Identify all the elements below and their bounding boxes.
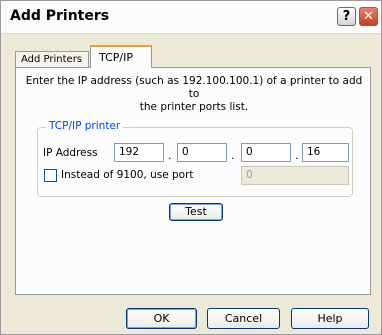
tcpip-printer-group: [37, 127, 353, 197]
ip-dot-1: .: [168, 149, 172, 162]
use-port-checkbox[interactable]: [44, 169, 57, 182]
ip-octet-4[interactable]: 16: [302, 143, 349, 162]
port-field[interactable]: 0: [241, 166, 349, 185]
ip-octet-1[interactable]: 192: [114, 143, 164, 162]
window-title: Add Printers: [10, 8, 110, 24]
cancel-button[interactable]: Cancel: [207, 308, 280, 329]
ip-dot-3: .: [295, 149, 299, 162]
group-label: TCP/IP printer: [46, 120, 124, 132]
add-printers-dialog: Add Printers ? ✕ Add Printers TCP/IP Ent…: [0, 0, 382, 335]
instructions-line-2: the printer ports list.: [139, 101, 249, 113]
tab-add-printers[interactable]: Add Printers: [15, 51, 89, 68]
tab-tcpip[interactable]: TCP/IP: [90, 45, 152, 68]
ip-octet-2[interactable]: 0: [177, 143, 227, 162]
use-port-label: Instead of 9100, use port: [61, 169, 194, 181]
instructions-text: Enter the IP address (such as 192.100.10…: [21, 75, 367, 114]
close-icon[interactable]: ✕: [359, 7, 378, 26]
ok-button[interactable]: OK: [126, 308, 197, 329]
title-bar[interactable]: Add Printers ? ✕: [1, 1, 381, 34]
ip-address-label: IP Address: [43, 147, 98, 159]
ip-octet-3[interactable]: 0: [241, 143, 291, 162]
test-button[interactable]: Test: [169, 203, 223, 221]
help-icon[interactable]: ?: [337, 7, 356, 26]
ip-dot-2: .: [231, 149, 235, 162]
instructions-line-1: Enter the IP address (such as 192.100.10…: [25, 75, 363, 100]
help-button[interactable]: Help: [291, 308, 369, 329]
